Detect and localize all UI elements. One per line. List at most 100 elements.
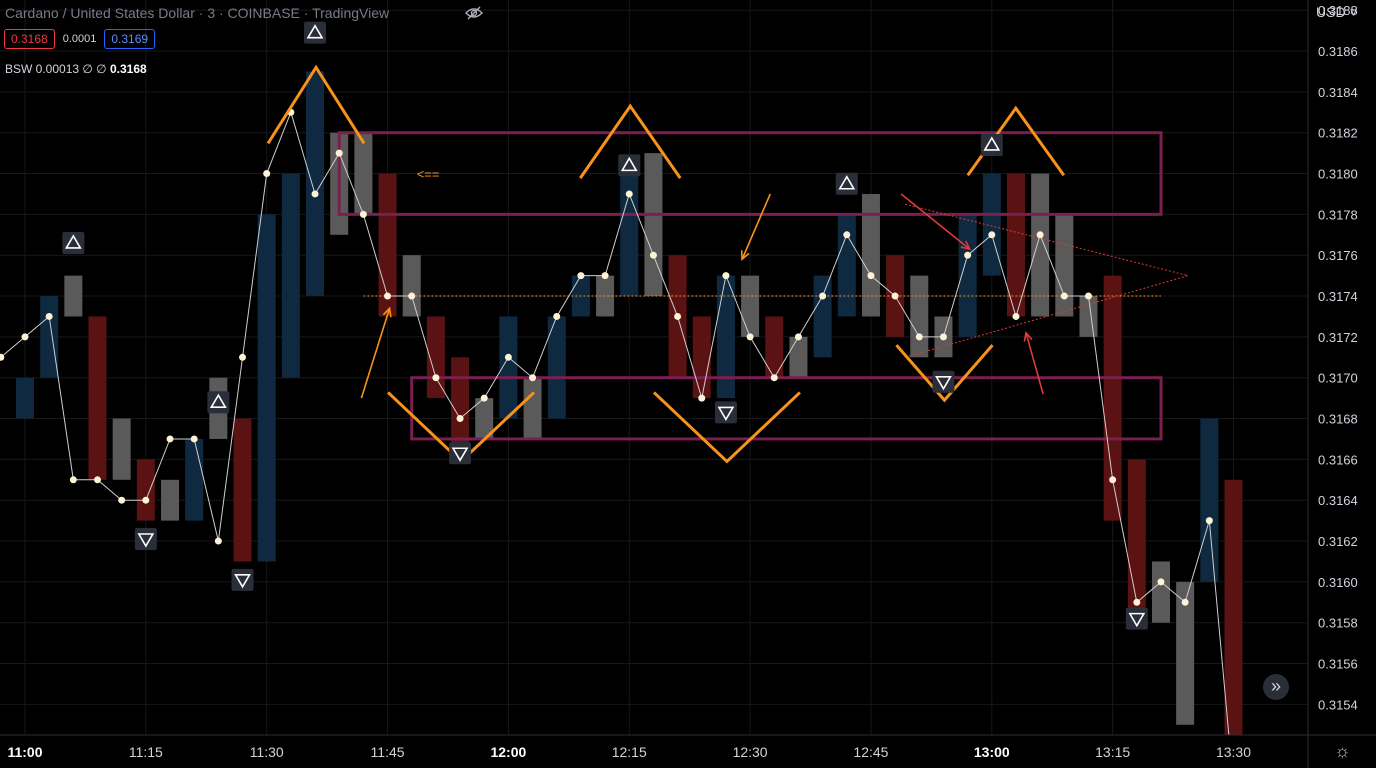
candle [837,214,856,317]
close-point [601,272,609,280]
candle [64,275,83,317]
close-point [1181,598,1189,606]
time-tick-label: 11:45 [371,744,405,760]
time-tick-label: 11:15 [129,744,163,760]
price-tick-label: 0.3182 [1318,126,1358,141]
close-point [794,333,802,341]
close-point [335,149,343,157]
price-tick-label: 0.3164 [1318,493,1358,508]
close-point [553,312,561,320]
close-point [843,231,851,239]
chart-canvas[interactable]: <== 0.3154 0.3156 0.3158 0.3160 0.3162 0.3164 0… [0,0,1376,768]
close-point [214,537,222,545]
price-tick-label: 0.3186 [1318,44,1358,59]
close-point [988,231,996,239]
price-tick-label: 0.3184 [1318,85,1358,100]
price-tick-label: 0.3176 [1318,248,1358,263]
close-point [746,333,754,341]
close-point [190,435,198,443]
chevron-down-icon: ˅ [1345,4,1358,20]
candle [257,214,276,562]
price-quote-row: 0.3168 0.0001 0.3169 [4,29,156,49]
candle [1031,173,1050,317]
close-point [674,312,682,320]
indicator-name: BSW 0.00013 [5,62,80,76]
close-point [915,333,923,341]
price-tick-label: 0.3180 [1318,167,1358,182]
close-point [1084,292,1092,300]
close-point [166,435,174,443]
candle [741,275,760,337]
candle [1200,418,1219,582]
close-point [384,292,392,300]
candle [716,275,735,399]
currency-label: USD [1316,4,1346,20]
close-point [408,292,416,300]
price-tick-label: 0.3154 [1318,697,1358,712]
currency-selector[interactable]: USD ˅ [1316,4,1358,20]
close-point [939,333,947,341]
time-tick-label: 11:30 [250,744,284,760]
close-point [867,272,875,280]
close-point [1060,292,1068,300]
candle [644,153,663,297]
bid-price[interactable]: 0.3168 [4,29,55,49]
close-point [311,190,319,198]
close-point [649,251,657,259]
candle [765,316,784,378]
close-point [239,353,247,361]
time-tick-label: 12:45 [853,744,888,760]
candle [692,316,711,399]
candle [233,418,252,562]
time-tick-label: 12:00 [490,744,526,760]
spread-value: 0.0001 [62,33,97,45]
indicator-value: 0.3168 [109,62,147,76]
candle [88,316,107,480]
price-tick-label: 0.3178 [1318,207,1358,222]
close-point [69,476,77,484]
candle [402,255,421,317]
close-point [1157,578,1165,586]
price-tick-label: 0.3174 [1318,289,1358,304]
close-point [432,374,440,382]
close-point [577,272,585,280]
close-point [770,374,778,382]
time-tick-label: 13:00 [974,744,1010,760]
candle [185,438,204,521]
candle [354,132,373,215]
ask-price[interactable]: 0.3169 [104,29,156,49]
close-point [45,312,53,320]
red-arrow [1025,332,1044,395]
close-point [359,210,367,218]
close-point [504,353,512,361]
candle [136,459,155,521]
time-tick-label: 12:15 [612,744,647,760]
candle [789,336,808,378]
plot-area: <== [0,21,1243,735]
close-point [1133,598,1141,606]
orange-arrow [741,193,772,260]
close-point [263,170,271,178]
gear-icon[interactable]: ☼ [1334,741,1351,762]
time-tick-label: 13:30 [1216,744,1251,760]
candle [982,173,1001,276]
close-point [722,272,730,280]
candle [161,479,180,521]
time-tick-label: 13:15 [1095,744,1130,760]
eye-off-icon[interactable] [465,5,483,26]
candle [910,275,929,358]
chart-title: Cardano / United States Dollar · 3 · COI… [5,5,390,21]
time-tick-label: 12:30 [733,744,768,760]
range-annotation-text: <== [417,167,440,182]
close-point [698,394,706,402]
close-point [118,496,126,504]
price-tick-label: 0.3170 [1318,371,1358,386]
fast-forward-icon[interactable]: » [1263,674,1289,700]
close-point [142,496,150,504]
price-tick-label: 0.3162 [1318,534,1358,549]
candle [40,296,59,378]
close-point [21,333,29,341]
indicator-legend[interactable]: BSW 0.00013 ∅ ∅ 0.3168 [5,62,147,76]
close-point [1205,517,1213,525]
candle [1224,479,1243,735]
